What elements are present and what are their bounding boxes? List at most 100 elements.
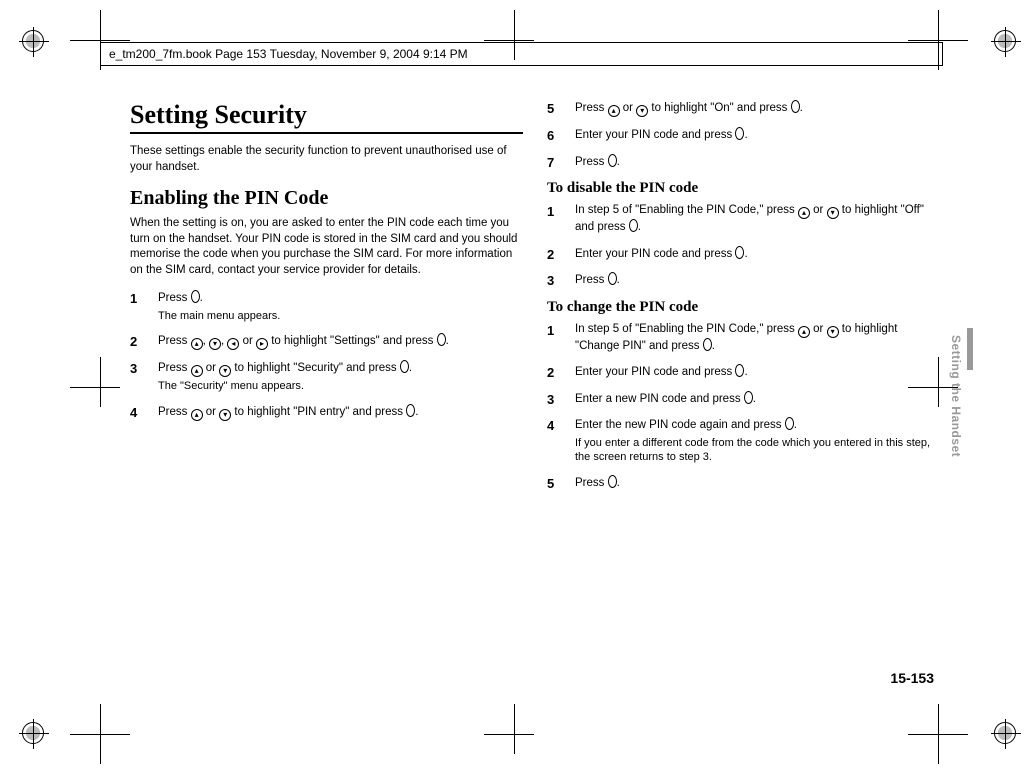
step-text: to highlight "On" and press <box>648 102 790 114</box>
enabling-pin-intro: When the setting is on, you are asked to… <box>130 216 523 278</box>
heading-setting-security: Setting Security <box>130 100 523 134</box>
step-text: Enter the new PIN code again and press <box>575 419 785 431</box>
heading-enabling-pin: Enabling the PIN Code <box>130 187 523 210</box>
left-key-icon: ◂ <box>227 338 239 350</box>
down-key-icon: ▾ <box>209 338 221 350</box>
center-key-icon <box>191 290 200 303</box>
registration-mark-icon <box>22 722 44 744</box>
change-step-1: In step 5 of "Enabling the PIN Code," pr… <box>547 322 940 355</box>
steps-enable-pin: Press . The main menu appears. Press ▴, … <box>130 290 523 421</box>
step-text: . <box>800 102 803 114</box>
step-text: or <box>203 362 220 374</box>
step-text: In step 5 of "Enabling the PIN Code," pr… <box>575 323 798 335</box>
step-5: Press ▴ or ▾ to highlight "On" and press… <box>547 100 940 117</box>
step-text: . <box>712 340 715 352</box>
step-subtext: If you enter a different code from the c… <box>575 436 940 466</box>
step-text: . <box>617 477 620 489</box>
step-4: Press ▴ or ▾ to highlight "PIN entry" an… <box>130 404 523 421</box>
step-text: . <box>744 129 747 141</box>
column-left: Setting Security These settings enable t… <box>130 100 523 502</box>
side-tab-label: Setting the Handset <box>949 335 963 457</box>
center-key-icon <box>703 338 712 351</box>
step-text: or <box>620 102 637 114</box>
crop-mark <box>484 704 544 764</box>
page-number: 15-153 <box>890 670 934 686</box>
step-text: . <box>617 274 620 286</box>
step-text: Press <box>158 406 191 418</box>
crop-mark <box>70 704 130 764</box>
center-key-icon <box>608 475 617 488</box>
step-1: Press . The main menu appears. <box>130 290 523 323</box>
right-key-icon: ▸ <box>256 338 268 350</box>
center-key-icon <box>608 154 617 167</box>
step-text: In step 5 of "Enabling the PIN Code," pr… <box>575 204 798 216</box>
registration-mark-icon <box>994 722 1016 744</box>
step-text: to highlight "Security" and press <box>231 362 400 374</box>
side-tab-bar <box>967 328 973 370</box>
change-step-5: Press . <box>547 475 940 492</box>
step-text: Enter a new PIN code and press <box>575 393 744 405</box>
down-key-icon: ▾ <box>219 365 231 377</box>
up-key-icon: ▴ <box>191 409 203 421</box>
crop-mark <box>70 357 130 417</box>
disable-step-1: In step 5 of "Enabling the PIN Code," pr… <box>547 203 940 236</box>
intro-text: These settings enable the security funct… <box>130 144 523 175</box>
center-key-icon <box>608 272 617 285</box>
step-text: Enter your PIN code and press <box>575 129 735 141</box>
step-text: Press <box>575 274 608 286</box>
step-text: . <box>415 406 418 418</box>
down-key-icon: ▾ <box>636 105 648 117</box>
step-text: . <box>744 248 747 260</box>
page-header-text: e_tm200_7fm.book Page 153 Tuesday, Novem… <box>109 47 468 61</box>
step-text: Press <box>575 156 608 168</box>
down-key-icon: ▾ <box>827 326 839 338</box>
page-content: Setting Security These settings enable t… <box>130 100 940 704</box>
change-step-3: Enter a new PIN code and press . <box>547 391 940 408</box>
change-step-2: Enter your PIN code and press . <box>547 364 940 381</box>
step-text: . <box>794 419 797 431</box>
center-key-icon <box>785 417 794 430</box>
heading-disable-pin: To disable the PIN code <box>547 180 940 197</box>
crop-mark <box>908 704 968 764</box>
step-subtext: The "Security" menu appears. <box>158 379 523 394</box>
step-text: or <box>203 406 220 418</box>
step-text: . <box>744 366 747 378</box>
steps-enable-pin-cont: Press ▴ or ▾ to highlight "On" and press… <box>547 100 940 170</box>
step-text: Press <box>158 292 191 304</box>
step-text: to highlight "Settings" and press <box>268 335 437 347</box>
steps-disable-pin: In step 5 of "Enabling the PIN Code," pr… <box>547 203 940 289</box>
registration-mark-icon <box>994 30 1016 52</box>
center-key-icon <box>744 391 753 404</box>
step-text: to highlight "PIN entry" and press <box>231 406 406 418</box>
down-key-icon: ▾ <box>827 207 839 219</box>
step-text: , <box>203 335 209 347</box>
step-2: Press ▴, ▾, ◂ or ▸ to highlight "Setting… <box>130 333 523 350</box>
step-text: Press <box>158 335 191 347</box>
step-subtext: The main menu appears. <box>158 309 523 324</box>
disable-step-3: Press . <box>547 272 940 289</box>
center-key-icon <box>791 100 800 113</box>
step-text: or <box>810 323 827 335</box>
registration-mark-icon <box>22 30 44 52</box>
up-key-icon: ▴ <box>608 105 620 117</box>
step-text: . <box>200 292 203 304</box>
column-right: Press ▴ or ▾ to highlight "On" and press… <box>547 100 940 502</box>
up-key-icon: ▴ <box>798 207 810 219</box>
step-text: . <box>638 221 641 233</box>
step-text: Press <box>158 362 191 374</box>
page-header-bar: e_tm200_7fm.book Page 153 Tuesday, Novem… <box>100 42 943 66</box>
step-text: Press <box>575 102 608 114</box>
disable-step-2: Enter your PIN code and press . <box>547 246 940 263</box>
step-text: . <box>617 156 620 168</box>
step-text: or <box>239 335 256 347</box>
step-text: Press <box>575 477 608 489</box>
change-step-4: Enter the new PIN code again and press .… <box>547 417 940 465</box>
up-key-icon: ▴ <box>798 326 810 338</box>
step-text: . <box>446 335 449 347</box>
center-key-icon <box>406 404 415 417</box>
center-key-icon <box>437 333 446 346</box>
step-7: Press . <box>547 154 940 171</box>
step-text: . <box>409 362 412 374</box>
center-key-icon <box>400 360 409 373</box>
step-6: Enter your PIN code and press . <box>547 127 940 144</box>
